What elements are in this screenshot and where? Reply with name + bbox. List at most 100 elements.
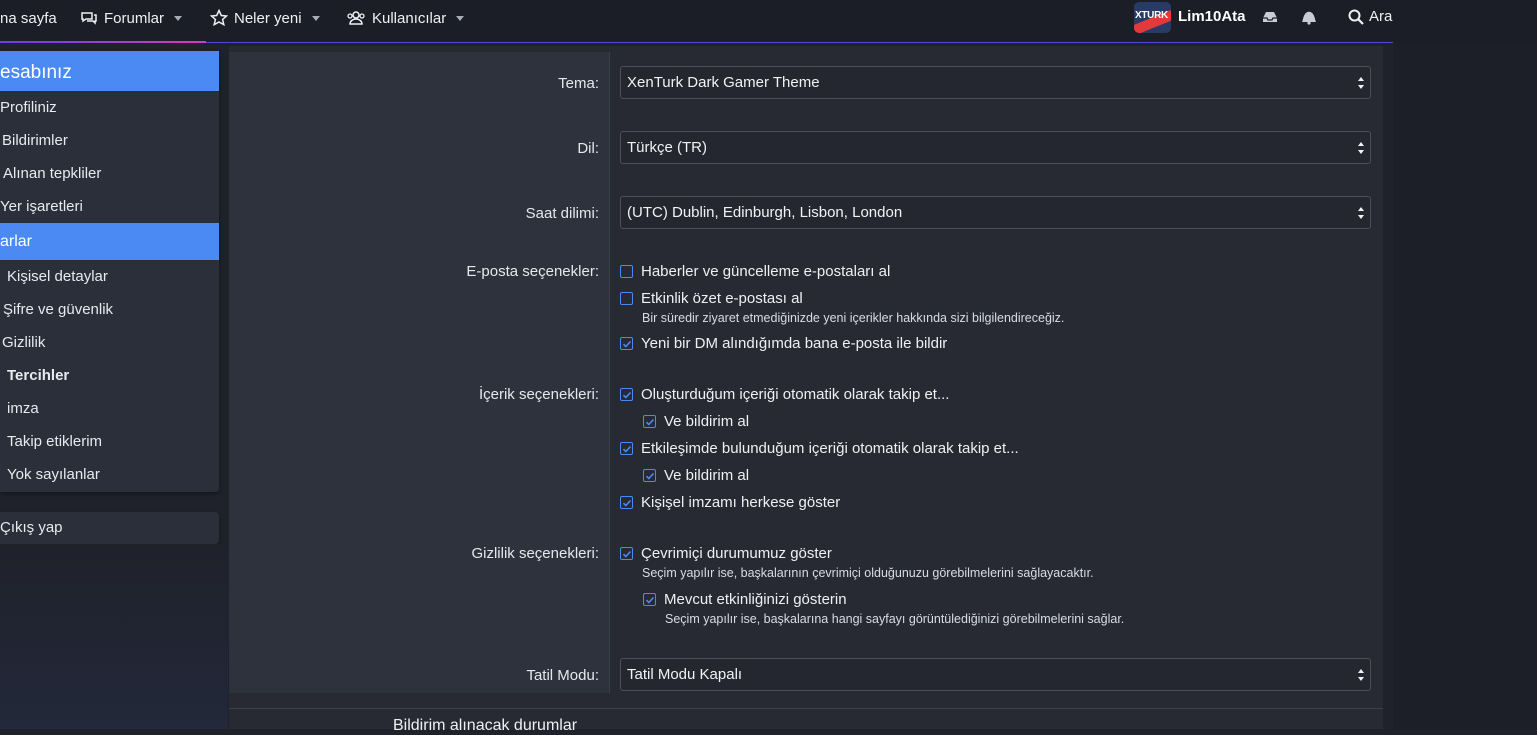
watch-created-option-label: Oluşturduğum içeriği otomatik olarak tak…	[641, 386, 950, 403]
nav-home[interactable]: na sayfa	[0, 0, 57, 36]
timezone-label: Saat dilimi:	[525, 205, 599, 222]
nav-forums-label: Forumlar	[104, 9, 165, 27]
checkbox-checked[interactable]	[620, 442, 633, 455]
timezone-select-value: (UTC) Dublin, Edinburgh, Lisbon, London	[627, 204, 903, 221]
checkbox-checked[interactable]	[643, 593, 656, 606]
show-activity-option[interactable]: Mevcut etkinliğinizi gösterin	[643, 591, 847, 608]
username-link[interactable]: Lim10Ata	[1178, 8, 1246, 25]
sidebar-header-account[interactable]: esabınız	[0, 51, 219, 91]
user-avatar-logo[interactable]: XTURK	[1134, 2, 1171, 33]
sidebar-item-preferences[interactable]: Tercihler	[0, 359, 219, 392]
watch-interacted-notify-label: Ve bildirim al	[664, 467, 750, 484]
logout-button[interactable]: Çıkış yap	[0, 512, 219, 544]
sidebar-item-privacy[interactable]: Gizlilik	[0, 326, 219, 359]
sidebar-item-label: Tercihler	[7, 367, 70, 384]
check-icon	[622, 391, 631, 399]
sidebar-item-label: Profiliniz	[0, 99, 57, 116]
sidebar-item-label: imza	[7, 400, 39, 417]
bell-icon[interactable]	[1299, 8, 1319, 26]
checkbox-checked[interactable]	[620, 337, 633, 350]
checkbox-checked[interactable]	[643, 415, 656, 428]
show-activity-hint: Seçim yapılır ise, başkalarına hangi say…	[665, 612, 1125, 626]
select-arrows-icon	[1357, 206, 1365, 220]
sidebar-item-signature[interactable]: imza	[0, 392, 219, 425]
nav-whats-new-label: Neler yeni	[234, 9, 302, 27]
watch-interacted-option-label: Etkileşimde bulunduğum içeriği otomatik …	[641, 440, 1019, 457]
search-button[interactable]: Ara	[1369, 8, 1392, 25]
watch-created-option[interactable]: Oluşturduğum içeriği otomatik olarak tak…	[620, 386, 949, 403]
logo-text: XTURK	[1135, 10, 1168, 21]
sidebar-item-profile[interactable]: Profiliniz	[0, 91, 219, 124]
nav-members[interactable]: Kullanıcılar	[346, 0, 465, 36]
sidebar-header-settings[interactable]: arlar	[0, 223, 219, 260]
language-label: Dil:	[577, 140, 599, 157]
sidebar-item-bookmarks[interactable]: Yer işaretleri	[0, 190, 219, 223]
watch-interacted-notify-option[interactable]: Ve bildirim al	[643, 467, 749, 484]
sidebar-item-following[interactable]: Takip etiklerim	[0, 425, 219, 458]
theme-label: Tema:	[558, 75, 599, 92]
checkbox-unchecked[interactable]	[620, 292, 633, 305]
sidebar-header-account-label: esabınız	[0, 62, 72, 83]
users-icon	[346, 9, 366, 27]
checkbox-checked[interactable]	[620, 547, 633, 560]
star-icon	[210, 9, 228, 27]
active-nav-underline	[0, 41, 206, 43]
language-select[interactable]: Türkçe (TR)	[620, 131, 1371, 164]
nav-home-label: na sayfa	[0, 9, 57, 27]
vacation-mode-select[interactable]: Tatil Modu Kapalı	[620, 658, 1371, 691]
sidebar-item-label: Şifre ve güvenlik	[3, 301, 114, 318]
check-icon	[645, 472, 654, 480]
email-news-option[interactable]: Haberler ve güncelleme e-postaları al	[620, 263, 890, 280]
select-arrows-icon	[1357, 668, 1365, 682]
show-activity-option-label: Mevcut etkinliğinizi gösterin	[664, 591, 847, 608]
nav-members-label: Kullanıcılar	[372, 9, 447, 27]
show-signature-option[interactable]: Kişişel imzamı herkese göster	[620, 494, 840, 511]
check-icon	[645, 596, 654, 604]
nav-forums[interactable]: Forumlar	[80, 0, 183, 36]
nav-whats-new[interactable]: Neler yeni	[210, 0, 321, 36]
checkbox-checked[interactable]	[620, 496, 633, 509]
email-dm-option-label: Yeni bir DM alındığımda bana e-posta ile…	[641, 335, 948, 352]
logout-label: Çıkış yap	[0, 519, 63, 536]
section-divider	[229, 708, 1383, 709]
select-arrows-icon	[1357, 141, 1365, 155]
sidebar-item-label: Yer işaretleri	[0, 198, 83, 215]
check-icon	[622, 550, 631, 558]
check-icon	[645, 418, 654, 426]
theme-select-value: XenTurk Dark Gamer Theme	[627, 74, 820, 91]
inbox-icon[interactable]	[1260, 8, 1280, 26]
top-navigation: na sayfa Forumlar Neler yeni Kullanıcıla…	[0, 0, 1537, 43]
sidebar-item-label: Takip etiklerim	[7, 433, 103, 450]
email-digest-option-label: Etkinlik özet e-postası al	[641, 290, 803, 307]
sidebar-item-personal-details[interactable]: Kişisel detaylar	[0, 260, 219, 293]
checkbox-unchecked[interactable]	[620, 265, 633, 278]
sidebar-item-notifications[interactable]: Bildirimler	[0, 124, 219, 157]
sidebar-item-ignored[interactable]: Yok sayılanlar	[0, 458, 219, 491]
checkbox-checked[interactable]	[620, 388, 633, 401]
sidebar-item-password-security[interactable]: Şifre ve güvenlik	[0, 293, 219, 326]
watch-created-notify-option[interactable]: Ve bildirim al	[643, 413, 749, 430]
watch-interacted-option[interactable]: Etkileşimde bulunduğum içeriği otomatik …	[620, 440, 1019, 457]
timezone-select[interactable]: (UTC) Dublin, Edinburgh, Lisbon, London	[620, 196, 1371, 229]
right-margin	[1393, 42, 1537, 729]
sidebar-item-label: Kişisel detaylar	[7, 268, 108, 285]
watch-created-notify-label: Ve bildirim al	[664, 413, 750, 430]
sidebar-item-label: Bildirimler	[2, 132, 68, 149]
show-online-option[interactable]: Çevrimiçi durumumuz göster	[620, 545, 832, 562]
search-icon[interactable]	[1346, 8, 1366, 26]
email-dm-option[interactable]: Yeni bir DM alındığımda bana e-posta ile…	[620, 335, 947, 352]
chevron-down-icon[interactable]	[173, 13, 183, 23]
vacation-mode-label: Tatil Modu:	[526, 667, 599, 684]
language-select-value: Türkçe (TR)	[627, 139, 707, 156]
chevron-down-icon[interactable]	[455, 13, 465, 23]
checkbox-checked[interactable]	[643, 469, 656, 482]
theme-select[interactable]: XenTurk Dark Gamer Theme	[620, 66, 1371, 99]
form-label-column	[229, 52, 610, 693]
vacation-mode-value: Tatil Modu Kapalı	[627, 666, 743, 683]
sidebar-item-reactions[interactable]: Alınan tepkliler	[0, 157, 219, 190]
comments-icon	[80, 9, 98, 27]
account-sidebar: esabınız Profiliniz Bildirimler Alınan t…	[0, 51, 219, 492]
sidebar-item-label: Yok sayılanlar	[7, 466, 100, 483]
chevron-down-icon[interactable]	[311, 13, 321, 23]
email-digest-option[interactable]: Etkinlik özet e-postası al	[620, 290, 803, 307]
